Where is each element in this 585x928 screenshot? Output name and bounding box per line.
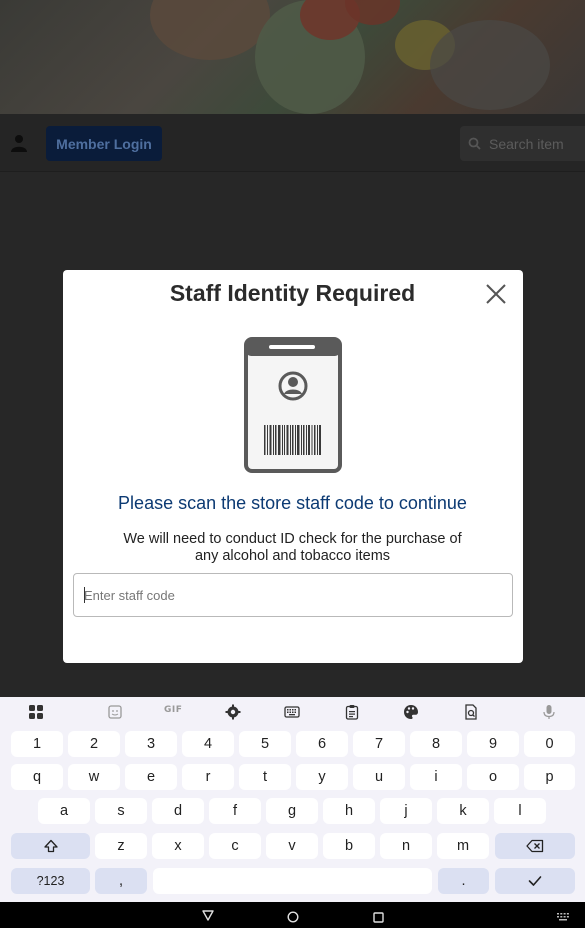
enter-key[interactable] xyxy=(495,868,575,894)
palette-icon[interactable] xyxy=(403,704,419,720)
close-button[interactable] xyxy=(484,282,508,306)
id-check-notice: We will need to conduct ID check for the… xyxy=(123,531,462,564)
member-login-button[interactable]: Member Login xyxy=(46,126,162,161)
key-3[interactable]: 3 xyxy=(125,731,177,757)
key-j[interactable]: j xyxy=(380,798,432,824)
key-l[interactable]: l xyxy=(494,798,546,824)
key-t[interactable]: t xyxy=(239,764,291,790)
search-input[interactable]: Search item xyxy=(460,126,585,161)
key-m[interactable]: m xyxy=(437,833,489,859)
close-icon xyxy=(486,284,506,304)
key-i[interactable]: i xyxy=(410,764,462,790)
comma-key[interactable]: , xyxy=(95,868,147,894)
key-g[interactable]: g xyxy=(266,798,318,824)
gif-icon[interactable]: GIF xyxy=(164,705,184,719)
key-d[interactable]: d xyxy=(152,798,204,824)
key-6[interactable]: 6 xyxy=(296,731,348,757)
key-9[interactable]: 9 xyxy=(467,731,519,757)
user-icon[interactable] xyxy=(10,134,28,152)
key-e[interactable]: e xyxy=(125,764,177,790)
key-7[interactable]: 7 xyxy=(353,731,405,757)
key-f[interactable]: f xyxy=(209,798,261,824)
key-y[interactable]: y xyxy=(296,764,348,790)
key-2[interactable]: 2 xyxy=(68,731,120,757)
clipboard-icon[interactable] xyxy=(344,704,360,720)
symbols-key[interactable]: ?123 xyxy=(11,868,90,894)
checkmark-icon xyxy=(528,876,542,886)
back-icon[interactable] xyxy=(202,910,214,921)
apps-icon[interactable] xyxy=(28,704,44,720)
key-1[interactable]: 1 xyxy=(11,731,63,757)
mic-icon[interactable] xyxy=(541,704,557,720)
key-h[interactable]: h xyxy=(323,798,375,824)
recents-icon[interactable] xyxy=(373,912,384,923)
shift-key[interactable] xyxy=(11,833,90,859)
key-u[interactable]: u xyxy=(353,764,405,790)
search-icon xyxy=(468,137,481,150)
key-a[interactable]: a xyxy=(38,798,90,824)
settings-icon[interactable] xyxy=(225,704,241,720)
hero-banner-image xyxy=(0,0,585,114)
key-o[interactable]: o xyxy=(467,764,519,790)
key-b[interactable]: b xyxy=(323,833,375,859)
shift-icon xyxy=(43,839,58,853)
text-caret xyxy=(84,587,85,603)
sticker-icon[interactable] xyxy=(107,704,123,720)
key-5[interactable]: 5 xyxy=(239,731,291,757)
key-s[interactable]: s xyxy=(95,798,147,824)
period-key[interactable]: . xyxy=(438,868,489,894)
staff-code-input[interactable] xyxy=(73,573,513,617)
key-0[interactable]: 0 xyxy=(524,731,575,757)
keyboard-switcher-icon[interactable] xyxy=(557,913,569,921)
scan-instruction-heading: Please scan the store staff code to cont… xyxy=(118,493,467,513)
backspace-icon xyxy=(526,839,544,853)
keyboard-icon[interactable] xyxy=(284,704,300,720)
key-v[interactable]: v xyxy=(266,833,318,859)
key-n[interactable]: n xyxy=(380,833,432,859)
backspace-key[interactable] xyxy=(495,833,575,859)
home-icon[interactable] xyxy=(287,911,299,923)
key-k[interactable]: k xyxy=(437,798,489,824)
key-p[interactable]: p xyxy=(524,764,575,790)
key-r[interactable]: r xyxy=(182,764,234,790)
key-x[interactable]: x xyxy=(152,833,204,859)
staff-badge-icon xyxy=(244,337,342,473)
key-z[interactable]: z xyxy=(95,833,147,859)
search-placeholder: Search item xyxy=(489,135,564,152)
space-key[interactable] xyxy=(153,868,432,894)
key-q[interactable]: q xyxy=(11,764,63,790)
key-w[interactable]: w xyxy=(68,764,120,790)
document-scan-icon[interactable] xyxy=(463,704,479,720)
key-c[interactable]: c xyxy=(209,833,261,859)
key-4[interactable]: 4 xyxy=(182,731,234,757)
key-8[interactable]: 8 xyxy=(410,731,462,757)
